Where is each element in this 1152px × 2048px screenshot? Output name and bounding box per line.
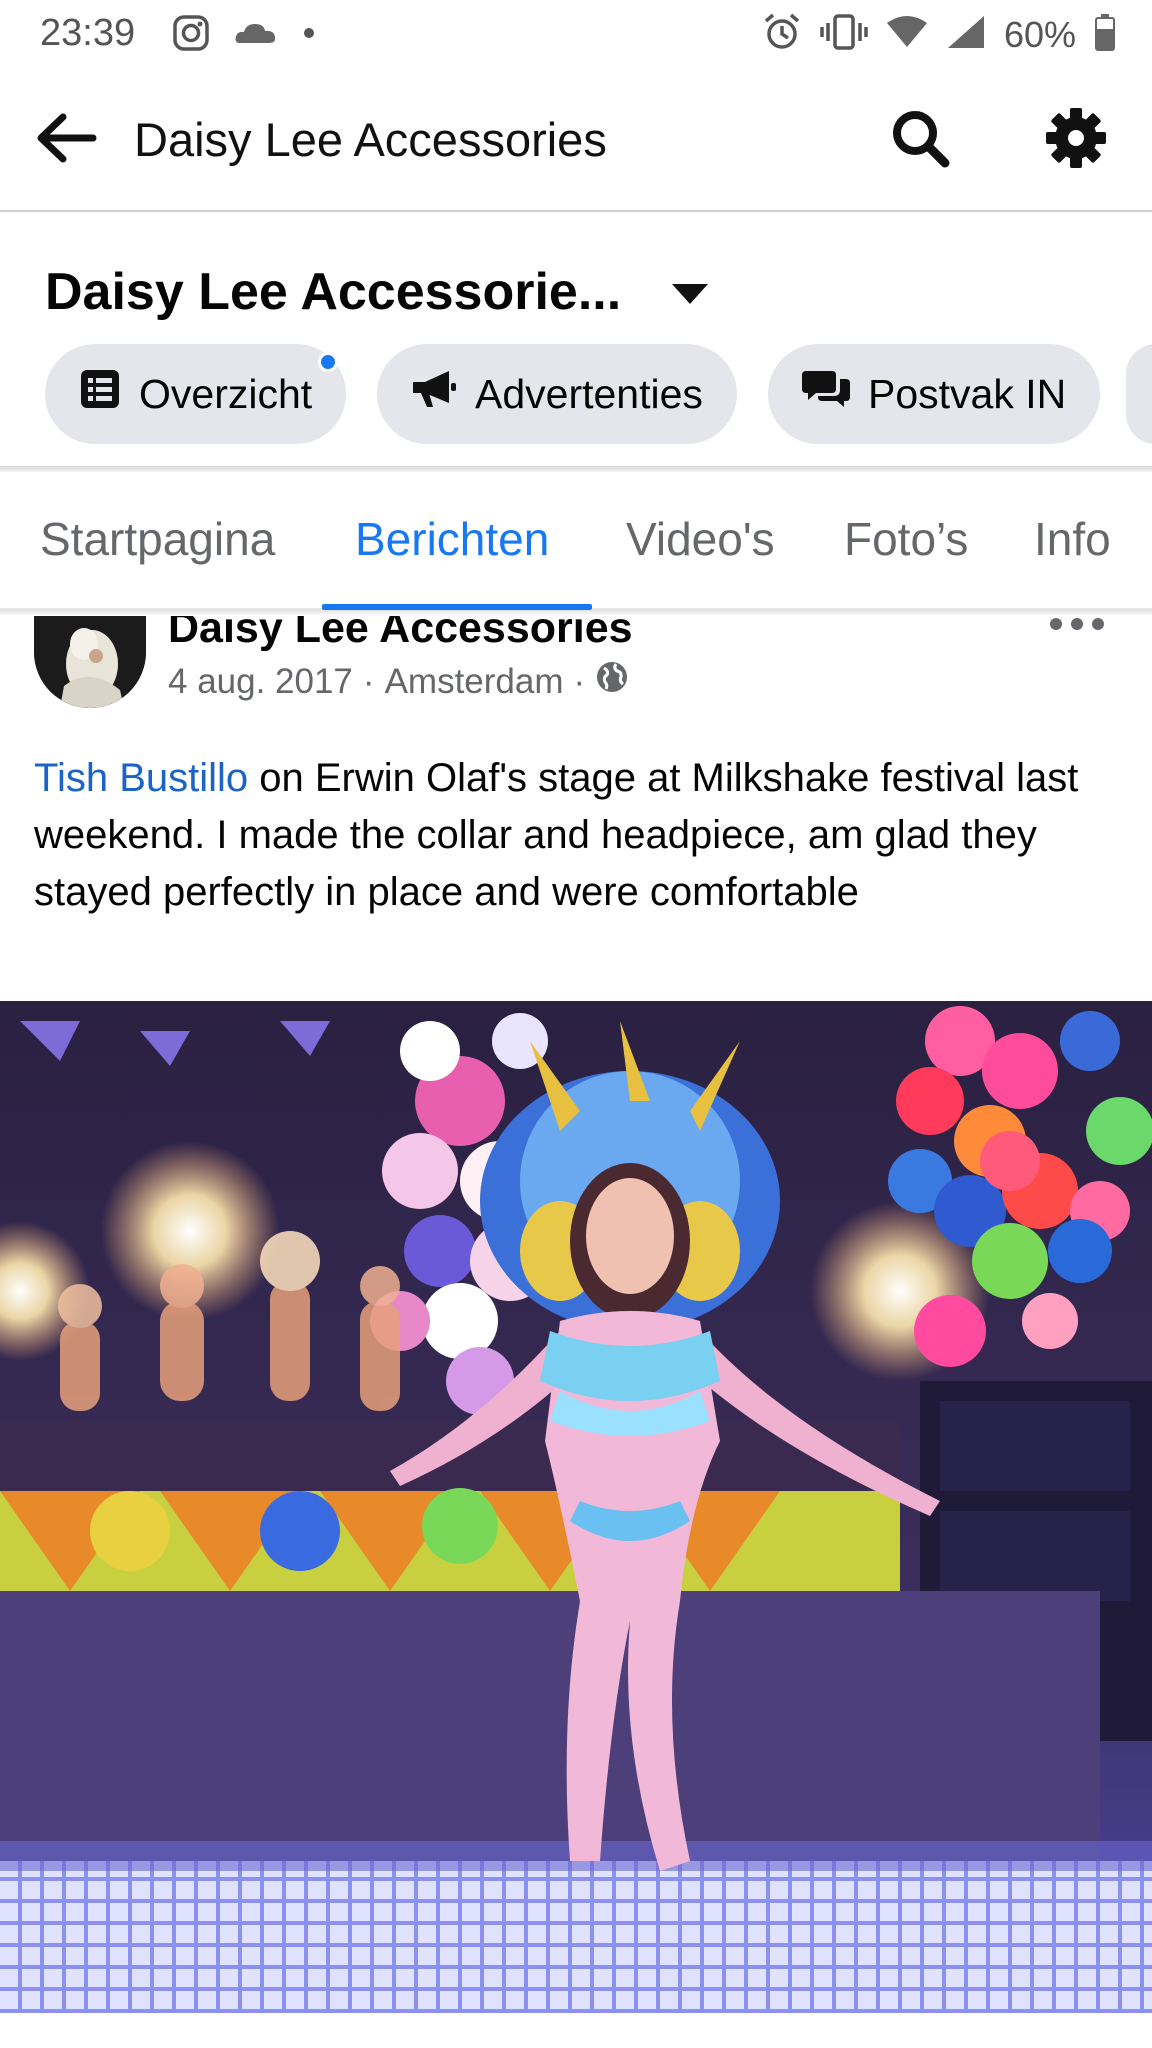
meta-separator: ·: [362, 661, 375, 701]
chip-label: Postvak IN: [868, 370, 1067, 417]
page-tabs: Startpagina Berichten Video's Foto’s Inf…: [0, 472, 1152, 610]
dot-icon: [1071, 618, 1083, 630]
app-bar-title: Daisy Lee Accessories: [134, 113, 607, 166]
status-left-icons: [172, 14, 316, 57]
tab-berichten[interactable]: Berichten: [355, 512, 549, 566]
gear-icon: [1043, 105, 1109, 176]
megaphone-icon: [411, 369, 457, 419]
alarm-icon: [762, 12, 802, 57]
dot-icon: [1092, 618, 1104, 630]
chip-advertenties[interactable]: Advertenties: [377, 344, 737, 444]
post: Daisy Lee Accessories 4 aug. 2017 · Amst…: [0, 616, 1152, 2048]
chat-bubbles-icon: [802, 367, 850, 421]
post-meta: 4 aug. 2017 · Amsterdam ·: [168, 660, 629, 703]
post-photo[interactable]: [0, 1001, 1152, 2013]
list-icon: [79, 368, 121, 420]
post-options-button[interactable]: [1050, 616, 1104, 634]
battery-percent: 60%: [1003, 13, 1076, 55]
app-bar: Daisy Lee Accessories: [0, 68, 1152, 212]
dot-icon: [1050, 618, 1062, 630]
tab-fotos[interactable]: Foto’s: [844, 512, 968, 566]
vibrate-icon: [820, 13, 868, 56]
wifi-icon: [886, 15, 928, 54]
search-button[interactable]: [880, 104, 960, 176]
tab-videos[interactable]: Video's: [626, 512, 775, 566]
instagram-icon: [172, 14, 210, 57]
status-bar: 23:39 60%: [0, 0, 1152, 68]
page-switcher-button[interactable]: [668, 278, 712, 314]
post-mention-link[interactable]: Tish Bustillo: [34, 756, 248, 800]
chip-more[interactable]: [1126, 344, 1152, 444]
meta-separator: ·: [573, 661, 586, 701]
status-time: 23:39: [40, 12, 136, 54]
dot-icon: [302, 26, 316, 45]
tab-startpagina[interactable]: Startpagina: [40, 512, 275, 566]
chip-overzicht[interactable]: Overzicht: [45, 344, 347, 444]
chip-label: Overzicht: [139, 370, 313, 417]
back-button[interactable]: [30, 104, 102, 176]
avatar[interactable]: [34, 616, 146, 708]
stage-photo-image: [0, 1001, 1152, 2013]
page-header: Daisy Lee Accessorie... Overzicht Advert…: [0, 214, 1152, 466]
battery-icon: [1094, 13, 1116, 56]
status-right-icons: 60%: [762, 12, 1116, 57]
chip-label: Advertenties: [475, 370, 703, 417]
signal-icon: [946, 14, 986, 55]
notification-dot: [318, 352, 339, 372]
search-icon: [889, 107, 951, 174]
post-date[interactable]: 4 aug. 2017: [168, 662, 353, 702]
cloud-icon: [234, 19, 278, 52]
page-name[interactable]: Daisy Lee Accessorie...: [45, 262, 621, 322]
globe-icon: [595, 660, 629, 703]
caret-down-icon: [670, 282, 710, 311]
post-text: Tish Bustillo on Erwin Olaf's stage at M…: [34, 750, 1124, 921]
back-arrow-icon: [35, 112, 97, 169]
post-location[interactable]: Amsterdam: [385, 662, 564, 702]
settings-button[interactable]: [1036, 104, 1116, 176]
post-author[interactable]: Daisy Lee Accessories: [168, 616, 633, 653]
tab-info[interactable]: Info: [1034, 512, 1111, 566]
chip-postvak-in[interactable]: Postvak IN: [768, 344, 1101, 444]
